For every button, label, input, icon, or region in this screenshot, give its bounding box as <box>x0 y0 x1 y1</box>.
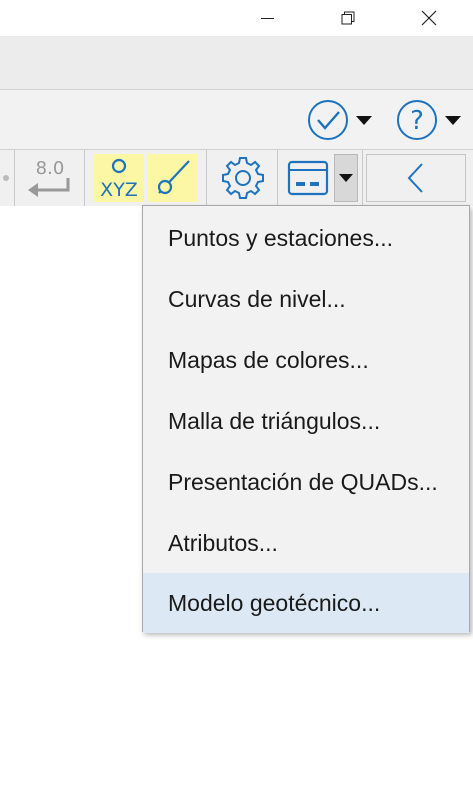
xyz-points-button[interactable]: XYZ <box>94 154 144 202</box>
quick-toolbar: ? <box>0 89 473 150</box>
layout-dropdown-menu: Puntos y estaciones... Curvas de nivel..… <box>142 205 470 633</box>
xyz-points-icon: XYZ <box>100 158 138 201</box>
help-circle-icon: ? <box>397 100 437 140</box>
menu-item-malla-triangulos[interactable]: Malla de triángulos... <box>143 391 469 451</box>
menu-item-modelo-geotecnico[interactable]: Modelo geotécnico... <box>143 573 469 633</box>
layout-view-icon <box>287 160 329 196</box>
ribbon-tab-strip <box>0 36 473 89</box>
dropdown-arrow-icon <box>339 174 353 182</box>
enter-value-icon: 8.0 <box>28 158 70 197</box>
collapse-panel-button[interactable] <box>366 154 466 202</box>
svg-text:?: ? <box>410 106 424 136</box>
gear-icon <box>222 157 264 199</box>
title-bar <box>0 0 473 36</box>
chevron-left-icon <box>407 163 423 193</box>
close-icon <box>421 10 437 26</box>
svg-text:XYZ: XYZ <box>100 179 138 201</box>
enter-value-button[interactable]: 8.0 <box>22 154 78 202</box>
line-tool-icon <box>157 160 190 195</box>
accept-button[interactable] <box>306 94 374 146</box>
menu-item-curvas-nivel[interactable]: Curvas de nivel... <box>143 269 469 329</box>
settings-button[interactable] <box>214 154 272 202</box>
check-circle-icon <box>308 100 348 140</box>
close-button[interactable] <box>406 0 452 36</box>
menu-item-atributos[interactable]: Atributos... <box>143 513 469 573</box>
menu-item-puntos-estaciones[interactable]: Puntos y estaciones... <box>143 208 469 268</box>
menu-item-presentacion-quads[interactable]: Presentación de QUADs... <box>143 452 469 512</box>
minimize-icon <box>260 17 274 19</box>
layout-view-button[interactable] <box>282 154 334 202</box>
menu-item-mapas-colores[interactable]: Mapas de colores... <box>143 330 469 390</box>
svg-text:8.0: 8.0 <box>36 158 65 179</box>
line-tool-button[interactable] <box>148 154 198 202</box>
layout-dropdown-button[interactable] <box>334 154 358 202</box>
help-button[interactable]: ? <box>395 94 463 146</box>
chevron-down-icon <box>356 116 372 125</box>
minimize-button[interactable] <box>244 0 290 36</box>
restore-button[interactable] <box>325 0 371 36</box>
restore-icon <box>341 11 355 25</box>
tool-row: 8.0 XYZ <box>0 149 473 207</box>
partial-tool[interactable] <box>0 154 12 202</box>
chevron-down-icon <box>445 116 461 125</box>
